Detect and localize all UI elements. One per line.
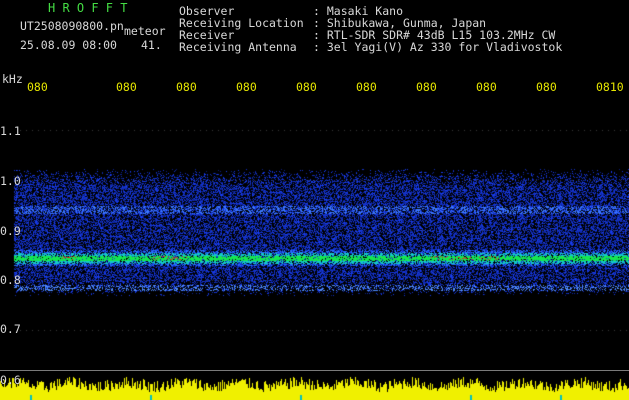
x-tick: 080 <box>476 80 497 94</box>
meteor-count: 41. <box>141 38 162 52</box>
file-name: UT2508090800.pn <box>20 19 124 33</box>
y-tick: 1.1 <box>0 124 21 138</box>
x-tick: 080 <box>116 80 137 94</box>
x-tick: 080 <box>296 80 317 94</box>
y-tick: 1.0 <box>0 174 21 188</box>
y-tick: 0.6 <box>0 373 21 387</box>
y-tick: 0.7 <box>0 322 21 336</box>
y-tick: 0.9 <box>0 224 21 238</box>
spectrogram <box>0 0 629 400</box>
meteor-label: meteor <box>124 24 166 38</box>
power-separator <box>0 370 629 371</box>
x-tick: 080 <box>356 80 377 94</box>
y-tick: 0.8 <box>0 273 21 287</box>
date-time: 25.08.09 08:00 <box>20 38 117 52</box>
x-tick: 080 <box>416 80 437 94</box>
axis-unit: kHz <box>2 72 23 86</box>
x-tick: 0810 <box>596 80 624 94</box>
x-tick: 080 <box>27 80 48 94</box>
program-title: H R O F F T <box>48 1 128 15</box>
x-tick: 080 <box>536 80 557 94</box>
antenna-label: Receiving Antenna <box>179 40 297 54</box>
x-tick: 080 <box>236 80 257 94</box>
antenna-value: : 3el Yagi(V) Az 330 for Vladivostok <box>313 40 563 54</box>
x-tick: 080 <box>176 80 197 94</box>
